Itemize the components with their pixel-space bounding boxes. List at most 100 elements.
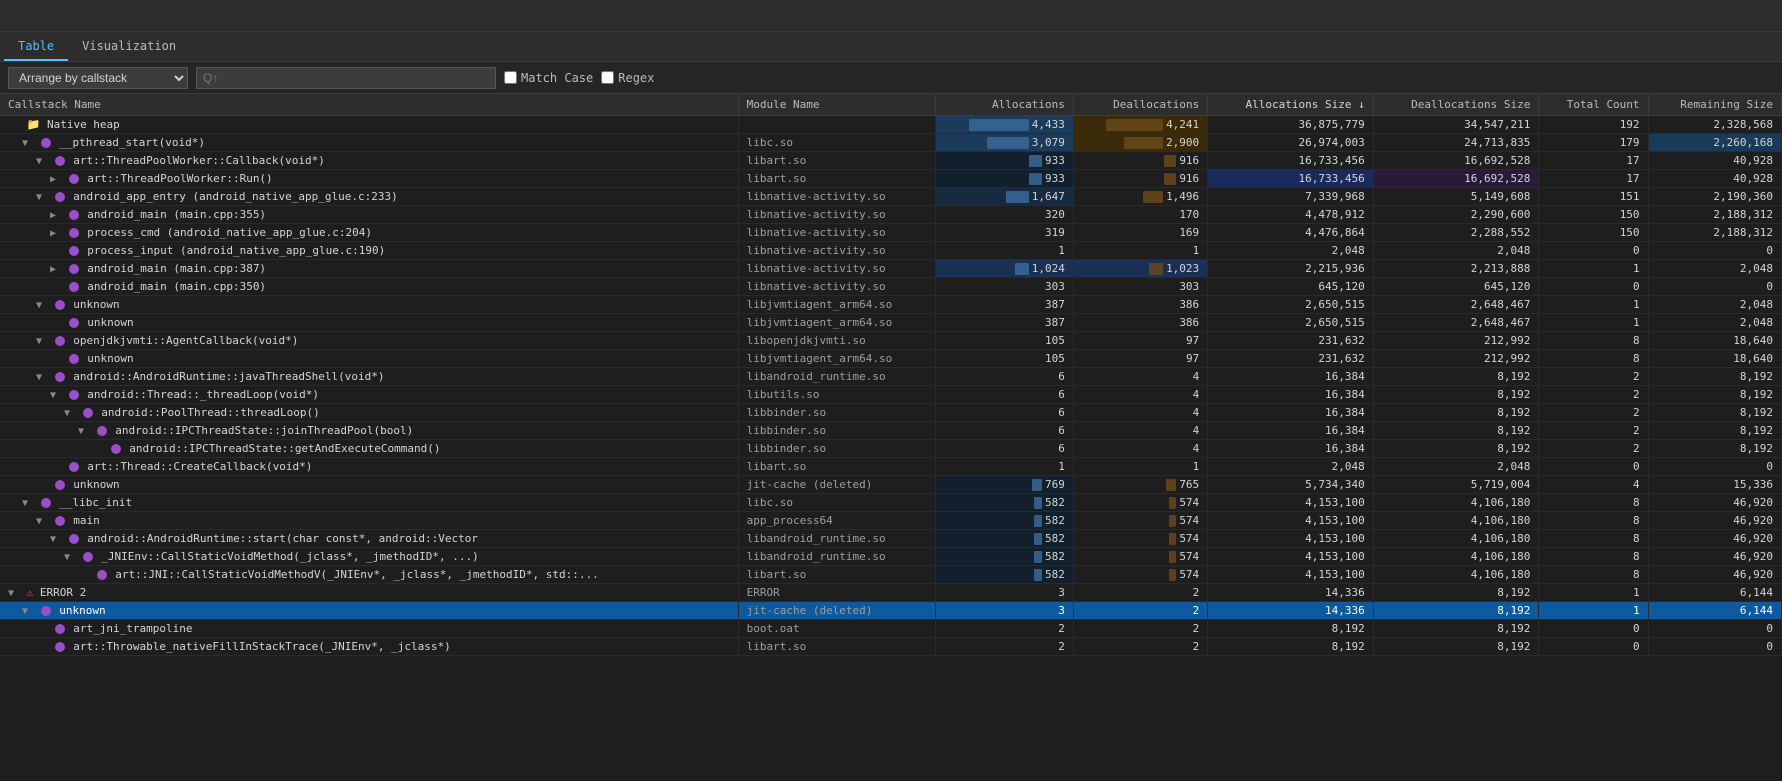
alloc-cell: 319: [936, 224, 1074, 242]
table-row[interactable]: art_jni_trampoline boot.oat 2 2 8,192 8,…: [0, 620, 1782, 638]
func-icon: [69, 318, 79, 328]
alloc-value: 6: [1058, 370, 1065, 383]
tree-toggle[interactable]: ▶: [50, 174, 62, 185]
callstack-name: art_jni_trampoline: [73, 622, 192, 635]
tree-toggle[interactable]: ▼: [78, 426, 90, 437]
table-row[interactable]: ▼ __libc_init libc.so 582 574 4,153,100 …: [0, 494, 1782, 512]
dealloc-cell: 4,241: [1073, 116, 1207, 134]
table-row[interactable]: unknown libjvmtiagent_arm64.so 387 386 2…: [0, 314, 1782, 332]
tree-toggle[interactable]: ▼: [50, 390, 62, 401]
table-row[interactable]: ▼ main app_process64 582 574 4,153,100 4…: [0, 512, 1782, 530]
table-row[interactable]: android_main (main.cpp:350) libnative-ac…: [0, 278, 1782, 296]
tree-toggle[interactable]: [36, 642, 48, 653]
tree-toggle[interactable]: ▼: [36, 300, 48, 311]
table-row[interactable]: 📁 Native heap 4,433 4,241 36,875,779 34,…: [0, 116, 1782, 134]
col-total-count[interactable]: Total Count: [1539, 94, 1648, 116]
table-row[interactable]: ▼ unknown jit-cache (deleted) 3 2 14,336…: [0, 602, 1782, 620]
tree-toggle[interactable]: ▼: [36, 516, 48, 527]
table-row[interactable]: process_input (android_native_app_glue.c…: [0, 242, 1782, 260]
tree-toggle[interactable]: [78, 570, 90, 581]
callstack-cell: android_main (main.cpp:350): [0, 278, 738, 296]
tab-visualization[interactable]: Visualization: [68, 33, 190, 61]
table-row[interactable]: ▼ __pthread_start(void*) libc.so 3,079 2…: [0, 134, 1782, 152]
table-row[interactable]: ▶ android_main (main.cpp:387) libnative-…: [0, 260, 1782, 278]
search-input[interactable]: [196, 67, 496, 89]
col-module[interactable]: Module Name: [738, 94, 936, 116]
dealloc-cell: 4: [1073, 404, 1207, 422]
alloc-cell: 582: [936, 494, 1074, 512]
tree-toggle[interactable]: ▼: [64, 408, 76, 419]
alloc-value: 582: [1045, 496, 1065, 509]
tree-toggle[interactable]: [50, 354, 62, 365]
table-row[interactable]: ▼ openjdkjvmti::AgentCallback(void*) lib…: [0, 332, 1782, 350]
col-callstack[interactable]: Callstack Name: [0, 94, 738, 116]
tree-toggle[interactable]: ▼: [36, 156, 48, 167]
tree-toggle[interactable]: ▼: [22, 138, 34, 149]
table-row[interactable]: ▼ android::IPCThreadState::joinThreadPoo…: [0, 422, 1782, 440]
dealloc-size-cell: 4,106,180: [1373, 530, 1539, 548]
table-row[interactable]: art::Thread::CreateCallback(void*) libar…: [0, 458, 1782, 476]
table-row[interactable]: ▼ android::Thread::_threadLoop(void*) li…: [0, 386, 1782, 404]
alloc-size-cell: 16,384: [1208, 386, 1374, 404]
tree-toggle[interactable]: ▼: [22, 498, 34, 509]
table-row[interactable]: ▼ unknown libjvmtiagent_arm64.so 387 386…: [0, 296, 1782, 314]
table-row[interactable]: android::IPCThreadState::getAndExecuteCo…: [0, 440, 1782, 458]
module-cell: libart.so: [738, 458, 936, 476]
tree-toggle[interactable]: ▶: [50, 228, 62, 239]
tree-toggle[interactable]: ▼: [8, 588, 20, 599]
tree-toggle[interactable]: ▼: [36, 372, 48, 383]
tree-toggle[interactable]: [92, 444, 104, 455]
tree-toggle[interactable]: ▶: [50, 264, 62, 275]
tree-toggle[interactable]: [50, 282, 62, 293]
alloc-cell: 582: [936, 512, 1074, 530]
tree-toggle[interactable]: ▼: [50, 534, 62, 545]
regex-checkbox[interactable]: [601, 71, 614, 84]
arrange-select[interactable]: Arrange by callstack: [8, 67, 188, 89]
table-row[interactable]: ▶ art::ThreadPoolWorker::Run() libart.so…: [0, 170, 1782, 188]
table-row[interactable]: ▼ android_app_entry (android_native_app_…: [0, 188, 1782, 206]
table-row[interactable]: art::Throwable_nativeFillInStackTrace(_J…: [0, 638, 1782, 656]
tree-toggle[interactable]: ▼: [36, 192, 48, 203]
dealloc-value: 97: [1186, 334, 1199, 347]
table-row[interactable]: ▼ android::PoolThread::threadLoop() libb…: [0, 404, 1782, 422]
table-row[interactable]: unknown jit-cache (deleted) 769 765 5,73…: [0, 476, 1782, 494]
match-case-label: Match Case: [521, 71, 593, 85]
tree-toggle[interactable]: [36, 480, 48, 491]
table-row[interactable]: ▶ android_main (main.cpp:355) libnative-…: [0, 206, 1782, 224]
col-allocations[interactable]: Allocations: [936, 94, 1074, 116]
table-row[interactable]: ▼ android::AndroidRuntime::javaThreadShe…: [0, 368, 1782, 386]
tree-toggle[interactable]: [8, 120, 20, 131]
dealloc-cell: 765: [1073, 476, 1207, 494]
table-row[interactable]: ▼ art::ThreadPoolWorker::Callback(void*)…: [0, 152, 1782, 170]
callstack-name: art::Thread::CreateCallback(void*): [87, 460, 312, 473]
dealloc-size-cell: 4,106,180: [1373, 548, 1539, 566]
table-row[interactable]: ▼ android::AndroidRuntime::start(char co…: [0, 530, 1782, 548]
remaining-size-cell: 2,190,360: [1648, 188, 1781, 206]
match-case-checkbox[interactable]: [504, 71, 517, 84]
tree-toggle[interactable]: [50, 318, 62, 329]
table-row[interactable]: art::JNI::CallStaticVoidMethodV(_JNIEnv*…: [0, 566, 1782, 584]
tree-toggle[interactable]: [50, 462, 62, 473]
tree-toggle[interactable]: ▼: [64, 552, 76, 563]
dealloc-size-cell: 34,547,211: [1373, 116, 1539, 134]
col-dealloc-size[interactable]: Deallocations Size: [1373, 94, 1539, 116]
callstack-name: __libc_init: [59, 496, 132, 509]
tree-toggle[interactable]: [36, 624, 48, 635]
col-alloc-size[interactable]: Allocations Size ↓: [1208, 94, 1374, 116]
table-row[interactable]: unknown libjvmtiagent_arm64.so 105 97 23…: [0, 350, 1782, 368]
table-row[interactable]: ▼ _JNIEnv::CallStaticVoidMethod(_jclass*…: [0, 548, 1782, 566]
callstack-cell: ▼ __libc_init: [0, 494, 738, 512]
tree-toggle[interactable]: ▼: [22, 606, 34, 617]
total-count-cell: 0: [1539, 458, 1648, 476]
tree-toggle[interactable]: ▼: [36, 336, 48, 347]
dealloc-value: 386: [1179, 316, 1199, 329]
dealloc-size-cell: 4,106,180: [1373, 512, 1539, 530]
tab-table[interactable]: Table: [4, 33, 68, 61]
table-row[interactable]: ▶ process_cmd (android_native_app_glue.c…: [0, 224, 1782, 242]
callstack-cell: ▼ __pthread_start(void*): [0, 134, 738, 152]
tree-toggle[interactable]: ▶: [50, 210, 62, 221]
col-deallocations[interactable]: Deallocations: [1073, 94, 1207, 116]
tree-toggle[interactable]: [50, 246, 62, 257]
table-row[interactable]: ▼ ⚠ ERROR 2 ERROR 3 2 14,336 8,192 1 6,1…: [0, 584, 1782, 602]
col-remaining-size[interactable]: Remaining Size: [1648, 94, 1781, 116]
